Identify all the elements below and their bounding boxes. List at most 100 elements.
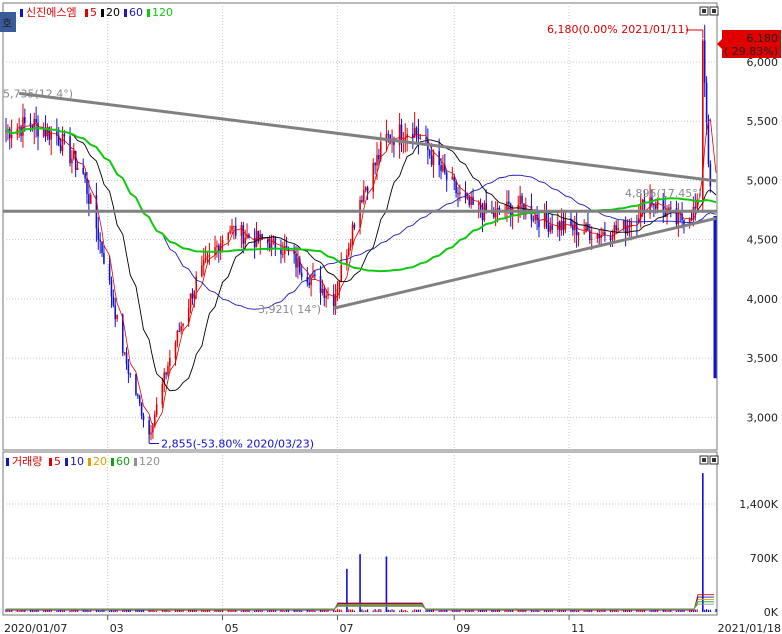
- volume-bar: [95, 610, 97, 612]
- volume-bar: [675, 610, 678, 612]
- volume-bar: [18, 610, 20, 612]
- candle-body: [349, 243, 352, 248]
- x-tick-label: 05: [225, 622, 239, 634]
- candle-body: [108, 263, 111, 281]
- volume-bar: [704, 609, 706, 612]
- volume-bar: [532, 610, 534, 612]
- candle-body: [242, 225, 245, 244]
- volume-bar: [363, 610, 365, 612]
- mid-low-annotation: 3,921( 14°): [258, 303, 321, 316]
- volume-bar: [76, 610, 79, 612]
- candle-body: [611, 238, 614, 240]
- candle-body: [99, 239, 101, 242]
- price-legend-swatch: [101, 9, 104, 17]
- volume-bar: [205, 610, 207, 612]
- volume-bar: [400, 609, 403, 612]
- candle-body: [374, 163, 376, 166]
- volume-bar: [20, 610, 22, 612]
- candle-body: [176, 330, 179, 343]
- candle-body: [466, 196, 469, 199]
- volume-bar: [350, 609, 352, 612]
- candle-body: [336, 289, 339, 295]
- candle-body: [142, 415, 145, 421]
- candle-body: [202, 260, 205, 266]
- candle-body: [18, 126, 20, 129]
- volume-bar: [453, 610, 455, 612]
- candle-body: [129, 373, 132, 375]
- price-legend-item: 60: [129, 6, 143, 19]
- volume-bar: [617, 610, 619, 612]
- volume-bar: [389, 610, 391, 612]
- candle-body: [84, 173, 86, 179]
- volume-bar: [353, 610, 356, 612]
- candle-body: [35, 118, 37, 123]
- volume-bar: [214, 610, 216, 612]
- price-legend-swatch: [147, 9, 150, 17]
- candle-body: [459, 192, 461, 195]
- volume-bar: [267, 610, 269, 612]
- volume-bar: [479, 610, 482, 612]
- candle-body: [29, 123, 32, 126]
- candle-body: [477, 203, 480, 205]
- candle-body: [193, 290, 196, 299]
- volume-bar: [587, 610, 589, 612]
- candle-body: [155, 404, 158, 415]
- volume-bar: [334, 610, 337, 612]
- volume-bar: [562, 610, 565, 612]
- volume-bar: [576, 610, 578, 612]
- chart-window: 6,000 5,500 5,000 4,500 4,000 3,500 3,000 2020/…: [0, 0, 782, 634]
- candle-body: [428, 150, 431, 156]
- volume-bar: [438, 610, 440, 612]
- volume-bar: [391, 609, 393, 612]
- volume-legend-item: 60: [116, 455, 130, 468]
- candle-body: [24, 117, 26, 124]
- candle-body: [521, 195, 523, 204]
- candle-body: [312, 274, 314, 278]
- volume-bar: [427, 610, 429, 612]
- candle-body: [297, 258, 299, 268]
- candle-body: [266, 239, 269, 244]
- candle-body: [572, 225, 574, 231]
- volume-bar: [374, 609, 376, 612]
- volume-legend-swatch: [65, 458, 68, 466]
- volume-bar: [233, 610, 235, 612]
- candle-body: [229, 230, 231, 234]
- x-tick-label: 2020/01/07: [4, 622, 67, 634]
- volume-bar: [468, 610, 470, 612]
- candle-body: [178, 330, 181, 332]
- candle-body: [169, 358, 171, 366]
- volume-bar: [504, 610, 506, 612]
- volume-bar: [649, 610, 651, 612]
- volume-bar: [429, 610, 431, 612]
- volume-bar: [253, 610, 256, 612]
- volume-bar: [459, 610, 461, 612]
- price-ytick-label: 3,500: [747, 352, 779, 365]
- candle-body: [180, 326, 182, 332]
- price-legend-title: 신진에스엠: [26, 6, 77, 19]
- candle-body: [116, 314, 118, 320]
- volume-bar: [84, 610, 86, 612]
- price-legend-swatch: [85, 9, 88, 17]
- volume-legend-item: 10: [70, 455, 84, 468]
- candle-body: [325, 295, 327, 298]
- candle-body: [347, 247, 350, 256]
- volume-bar: [365, 610, 367, 612]
- volume-bar: [99, 610, 101, 612]
- volume-bar: [709, 609, 711, 612]
- candle-body: [110, 280, 113, 297]
- x-tick-label: 09: [456, 622, 470, 634]
- volume-bar: [240, 610, 243, 612]
- price-ytick-label: 4,000: [747, 293, 779, 306]
- price-panel-restore-icon: [702, 9, 706, 13]
- low-annotation: 2,855(-53.80% 2020/03/23): [161, 437, 314, 450]
- candle-body: [152, 426, 154, 433]
- price-ytick-label: 5,500: [747, 115, 779, 128]
- candle-body: [617, 228, 619, 231]
- candle-body: [240, 225, 243, 236]
- x-tick-label: 2021/01/18: [718, 622, 781, 634]
- volume-bar: [538, 610, 540, 612]
- candle-body: [590, 238, 593, 240]
- volume-bar: [545, 610, 548, 612]
- candle-body: [440, 165, 442, 172]
- volume-bar: [536, 610, 538, 612]
